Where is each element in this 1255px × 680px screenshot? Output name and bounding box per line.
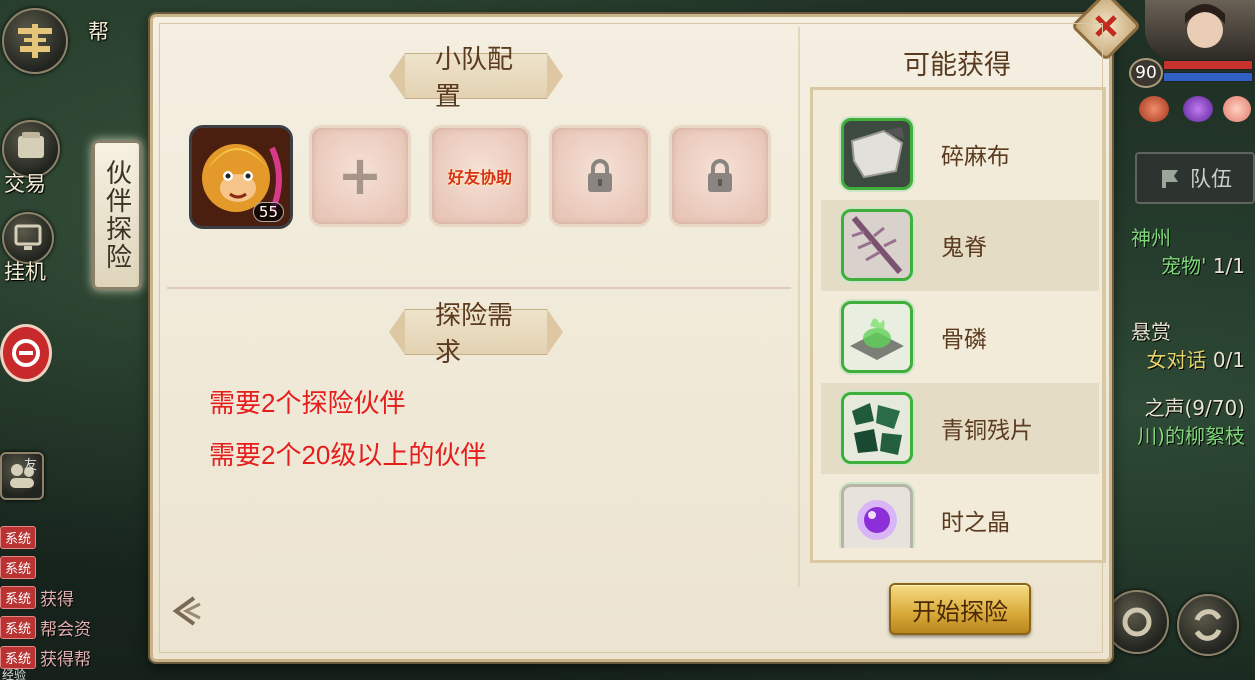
hp-bar: [1163, 60, 1253, 70]
task-sub[interactable]: 川)的柳絮枝: [1137, 420, 1245, 449]
bone-phosphor-icon: [841, 300, 913, 373]
flag-icon: [1162, 170, 1178, 188]
friend-button[interactable]: [0, 452, 44, 500]
chat-text: 获得帮: [40, 649, 92, 670]
hero-slot[interactable]: 55: [189, 125, 293, 229]
reward-item[interactable]: 骨磷: [821, 291, 1099, 383]
guild-icon: [18, 24, 52, 58]
task-sub: 女对话: [1146, 348, 1207, 372]
player-portrait[interactable]: [1145, 0, 1255, 60]
reward-name: 鬼脊: [941, 235, 987, 262]
mp-bar: [1163, 72, 1253, 82]
lock-icon: [708, 159, 732, 192]
add-partner-slot[interactable]: +: [309, 125, 411, 227]
chat-line: 系统 帮会资: [0, 615, 92, 640]
chat-tag: 系统: [0, 555, 37, 579]
reward-item[interactable]: 青铜残片: [821, 382, 1099, 474]
player-level-badge: 90: [1129, 58, 1163, 88]
swirl-icon: [12, 339, 40, 367]
friend-label: 友: [24, 458, 38, 473]
chat-text: 帮会资: [40, 619, 92, 640]
spine-icon: [841, 209, 913, 282]
chat-line: 系统: [0, 555, 40, 579]
peach-icon[interactable]: [1223, 96, 1251, 122]
friend-help-slot[interactable]: 好友协助: [429, 125, 531, 227]
chat-tag: 系统: [0, 615, 37, 639]
section-divider: [167, 287, 791, 289]
chat-line: 系统 获得: [0, 585, 75, 610]
requirement-title-text: 探险需求: [435, 301, 514, 368]
reward-name: 时之晶: [941, 509, 1010, 536]
reward-name: 青铜残片: [941, 418, 1033, 445]
idle-label: 挂机: [4, 260, 46, 284]
potion-red-icon[interactable]: [1139, 96, 1169, 122]
task-title[interactable]: 悬赏: [1131, 316, 1171, 345]
guild-label: 帮: [88, 20, 109, 44]
monitor-icon: [14, 224, 42, 250]
cloth-icon: [841, 117, 913, 190]
right-sidebar: 90 队伍 神州 宠物' 1/1 悬赏 女对话 0/1 之声(9/70) 川)的…: [1105, 0, 1255, 680]
chat-tag: 系统: [0, 525, 37, 549]
record-button[interactable]: [0, 324, 52, 382]
rewards-list[interactable]: 碎麻布 鬼脊 骨磷 青铜残片 时之晶: [821, 108, 1099, 548]
start-expedition-button[interactable]: 开始探险: [889, 583, 1031, 635]
task-progress[interactable]: 女对话 0/1: [1146, 344, 1245, 373]
refresh-icon: [1194, 609, 1222, 641]
lock-icon: [588, 159, 612, 192]
task-title[interactable]: 神州: [1131, 222, 1171, 251]
chat-tag: 系统: [0, 585, 37, 609]
locked-slot: [549, 125, 651, 227]
team-button[interactable]: 队伍: [1135, 152, 1255, 204]
switch-button[interactable]: [1177, 594, 1239, 656]
back-arrow-icon: [172, 596, 201, 626]
requirement-line: 需要2个20级以上的伙伴: [209, 440, 487, 470]
chat-line: 系统 获得帮: [0, 645, 92, 670]
gear-icon: [1122, 607, 1152, 637]
reward-item[interactable]: 碎麻布: [821, 108, 1099, 200]
potion-purple-icon[interactable]: [1183, 96, 1213, 122]
plus-icon: +: [337, 144, 383, 207]
hero-level: 55: [252, 202, 284, 222]
possible-rewards-title: 可能获得: [903, 50, 1011, 81]
trade-label: 交易: [4, 172, 46, 196]
player-level: 90: [1135, 63, 1157, 83]
time-crystal-icon: [841, 483, 913, 548]
task-sub: 宠物': [1160, 254, 1207, 278]
partner-expedition-dialog: 小队配置 55 + 好友协助 探险需求 需要2个探险伙伴 需要2个20级以上的伙…: [150, 0, 1142, 662]
reward-item[interactable]: 鬼脊: [821, 199, 1099, 291]
reward-name: 骨磷: [941, 326, 987, 353]
back-button[interactable]: [167, 591, 207, 631]
settings-button[interactable]: [1105, 590, 1169, 654]
team-button-label: 队伍: [1190, 167, 1232, 191]
left-sidebar: 帮 交易 挂机 伙伴探险 友 系统 系统 系统 获得 系统 帮会资 系统 获得帮…: [0, 0, 150, 680]
banner-title: 伙伴探险: [101, 159, 132, 271]
requirement-line: 需要2个探险伙伴: [209, 388, 406, 418]
rewards-panel: 碎麻布 鬼脊 骨磷 青铜残片 时之晶: [810, 87, 1106, 563]
avatar-icon: [1185, 4, 1225, 48]
task-title[interactable]: 之声(9/70): [1144, 392, 1245, 421]
chat-line: 系统: [0, 525, 40, 549]
partner-expedition-banner: 伙伴探险: [92, 140, 142, 290]
exp-label: 经验: [2, 668, 27, 680]
task-count: 1/1: [1212, 254, 1245, 278]
close-icon: [1095, 15, 1117, 37]
task-progress[interactable]: 宠物' 1/1: [1161, 250, 1245, 279]
locked-slot: [669, 125, 771, 227]
reward-item[interactable]: 时之晶: [821, 474, 1099, 548]
panel-divider: [798, 27, 800, 587]
team-config-title: 小队配置: [405, 45, 547, 112]
friend-help-label: 好友协助: [447, 168, 512, 187]
task-count: 0/1: [1212, 348, 1245, 372]
guild-button[interactable]: [2, 8, 68, 74]
team-config-title-text: 小队配置: [435, 45, 514, 112]
bronze-shard-icon: [841, 392, 913, 465]
chat-text: 获得: [40, 589, 75, 610]
reward-name: 碎麻布: [941, 143, 1010, 170]
requirement-title: 探险需求: [405, 301, 547, 368]
